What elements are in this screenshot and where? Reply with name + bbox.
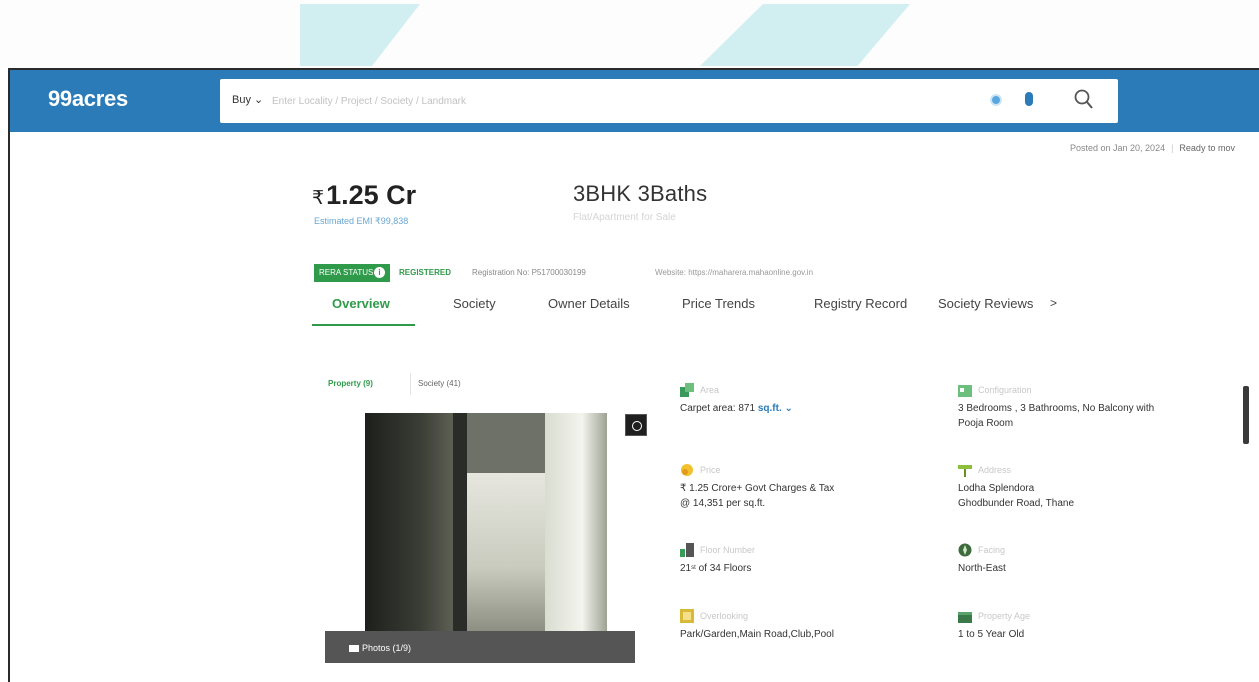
price-label: Price <box>700 465 721 475</box>
decor-shape <box>300 4 420 66</box>
site-header: 99acres Buy ⌄ <box>10 70 1259 132</box>
divider <box>410 373 411 395</box>
site-logo[interactable]: 99acres <box>48 86 128 112</box>
photo-region <box>545 413 607 631</box>
configuration-line-2: Pooja Room <box>958 418 1014 429</box>
facing-label: Facing <box>978 545 1006 555</box>
price-value: 1.25 Cr <box>326 180 417 210</box>
address-icon <box>958 465 972 477</box>
tab-society[interactable]: Society <box>453 296 496 311</box>
property-age-icon <box>958 612 972 623</box>
expand-icon[interactable] <box>625 414 647 436</box>
floor-label: Floor Number <box>700 545 756 555</box>
photo-tab-property[interactable]: Property (9) <box>328 379 373 388</box>
search-icon[interactable] <box>1073 88 1095 112</box>
info-icon[interactable]: i <box>374 267 385 278</box>
property-age-label: Property Age <box>978 611 1031 621</box>
photo-image <box>365 413 607 631</box>
total-floors: of 34 Floors <box>698 563 752 574</box>
floor-value: 21st of 34 Floors <box>680 561 751 576</box>
overlooking-label: Overlooking <box>700 611 749 621</box>
floor-number: 21 <box>680 563 692 574</box>
carpet-area: Carpet area: 871 <box>680 403 756 414</box>
configuration-value: 3 Bedrooms , 3 Bathrooms, No Balcony wit… <box>958 401 1154 431</box>
area-icon <box>680 383 694 397</box>
property-age-value: 1 to 5 Year Old <box>958 629 1025 640</box>
search-input[interactable] <box>272 90 972 112</box>
browser-frame: 99acres Buy ⌄ Posted on Jan 20, 2024|Rea… <box>8 68 1259 682</box>
area-label: Area <box>700 385 720 395</box>
configuration-icon <box>958 385 972 397</box>
photo-footer: Photos (1/9) <box>325 631 635 663</box>
listing-price: ₹1.25 Cr <box>312 180 416 211</box>
search-bar: Buy ⌄ <box>220 79 1118 123</box>
rera-badge: RERA STATUS i <box>314 264 390 282</box>
emi-link[interactable]: Estimated EMI ₹99,838 <box>314 216 408 227</box>
photos-count-label: Photos (1/9) <box>362 643 412 653</box>
rera-status: REGISTERED <box>399 268 452 277</box>
camera-icon <box>349 645 359 652</box>
location-icon[interactable] <box>990 94 1002 106</box>
area-value: Carpet area: 871 sq.ft. ⌄ <box>680 401 793 416</box>
decor-shape <box>700 4 910 66</box>
overlooking-icon <box>680 609 694 623</box>
rera-badge-label: RERA STATUS <box>319 268 374 277</box>
address-value: Lodha Splendora Ghodbunder Road, Thane <box>958 481 1074 511</box>
price-icon <box>681 464 693 476</box>
tab-price-trends[interactable]: Price Trends <box>682 296 755 311</box>
floor-icon <box>680 543 694 557</box>
price-line-2: @ 14,351 per sq.ft. <box>680 498 766 509</box>
bhk-title: 3BHK 3Baths <box>573 181 708 206</box>
price-line-1: ₹ 1.25 Crore+ Govt Charges & Tax <box>680 483 835 494</box>
rera-website[interactable]: Website: https://maharera.mahaonline.gov… <box>655 268 813 277</box>
configuration-line-1: 3 Bedrooms , 3 Bathrooms, No Balcony wit… <box>958 403 1155 414</box>
photo-tab-society[interactable]: Society (41) <box>418 379 461 388</box>
property-photo[interactable]: Photos (1/9) <box>325 413 635 663</box>
floor-suffix: st <box>691 565 696 571</box>
registration-number: Registration No: P51700030199 <box>472 268 586 277</box>
photo-region <box>465 473 545 631</box>
scrollbar-thumb[interactable] <box>1243 386 1249 444</box>
facing-value: North-East <box>958 563 1006 574</box>
tab-overview[interactable]: Overview <box>332 296 390 311</box>
address-line-1: Lodha Splendora <box>958 483 1035 494</box>
address-label: Address <box>978 465 1012 475</box>
currency-symbol: ₹ <box>312 188 325 209</box>
posted-info: Posted on Jan 20, 2024 | Ready to mov <box>1070 143 1235 153</box>
posted-date: Posted on Jan 20, 2024 <box>1070 143 1166 153</box>
configuration-label: Configuration <box>978 385 1032 395</box>
photo-region <box>453 413 467 631</box>
photo-region <box>365 413 465 631</box>
tab-society-reviews[interactable]: Society Reviews <box>938 296 1033 311</box>
active-tab-indicator <box>312 324 415 326</box>
facing-icon <box>958 543 972 557</box>
tabs-next-arrow[interactable]: > <box>1050 296 1057 310</box>
tab-registry-record[interactable]: Registry Record <box>814 296 907 311</box>
buy-dropdown[interactable]: Buy ⌄ <box>232 93 263 106</box>
mic-icon[interactable] <box>1025 92 1033 106</box>
scan-top-area <box>0 0 1259 68</box>
price-value-detail: ₹ 1.25 Crore+ Govt Charges & Tax @ 14,351… <box>680 481 834 511</box>
flat-type: Flat/Apartment for Sale <box>573 212 676 223</box>
photos-count[interactable]: Photos (1/9) <box>349 643 411 653</box>
ready-status: Ready to mov <box>1179 143 1235 153</box>
unit-dropdown[interactable]: sq.ft. ⌄ <box>758 403 793 414</box>
overlooking-value: Park/Garden,Main Road,Club,Pool <box>680 629 834 640</box>
address-line-2: Ghodbunder Road, Thane <box>958 498 1075 509</box>
tab-owner-details[interactable]: Owner Details <box>548 296 630 311</box>
